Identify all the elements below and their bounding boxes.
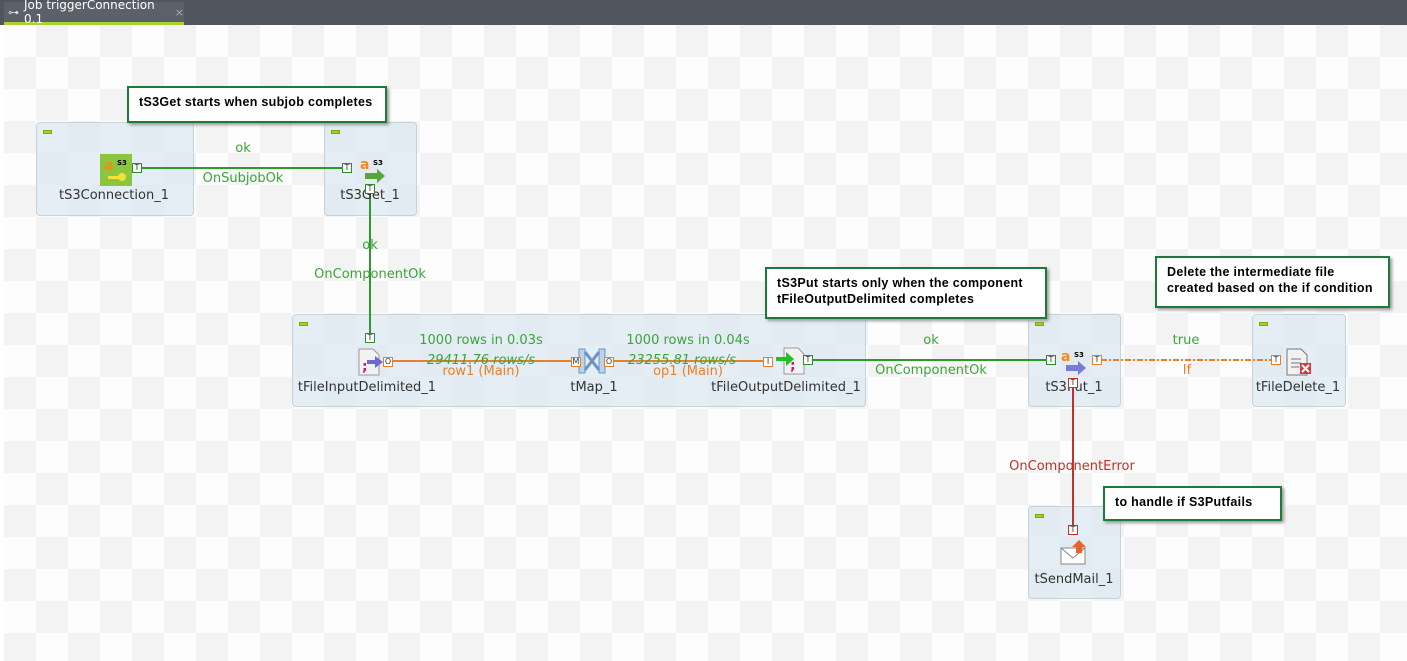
link-label: row1 (Main): [442, 364, 520, 379]
s3-connection-icon: a S3: [100, 154, 132, 186]
link-label: true: [1172, 333, 1200, 348]
svg-text:S3: S3: [117, 159, 127, 167]
trigger-port[interactable]: T: [132, 163, 142, 173]
note-s3put[interactable]: tS3Put starts only when the component tFi…: [765, 267, 1047, 319]
note-text: created based on the if condition: [1167, 281, 1373, 295]
main-input-port[interactable]: M: [571, 357, 581, 367]
output-port[interactable]: O: [383, 357, 393, 367]
file-delete-icon: [1286, 348, 1311, 376]
link-stats: 1000 rows in 0.04s: [626, 333, 750, 348]
trigger-port[interactable]: T: [1068, 378, 1078, 388]
trigger-port[interactable]: T: [1271, 355, 1281, 365]
component-tFileDelete[interactable]: tFileDelete_1: [1256, 380, 1340, 395]
tmap-icon: [578, 348, 606, 374]
link-label: OnComponentOk: [875, 363, 987, 378]
trigger-port[interactable]: T: [1046, 355, 1056, 365]
component-tS3Connection[interactable]: tS3Connection_1: [59, 188, 169, 203]
svg-text:S3: S3: [373, 159, 383, 167]
link-label: OnSubjobOk: [202, 171, 284, 186]
svg-text:a: a: [104, 158, 113, 174]
trigger-port[interactable]: T: [365, 333, 375, 343]
note-filedelete[interactable]: Delete the intermediate file created base…: [1155, 256, 1390, 308]
note-text: tFileOutputDelimited completes: [777, 292, 975, 306]
link-label: OnComponentError: [1009, 459, 1135, 474]
trigger-port[interactable]: T: [1068, 525, 1078, 535]
trigger-port[interactable]: T: [1092, 355, 1102, 365]
link-label: op1 (Main): [653, 364, 723, 379]
note-text: tS3Put starts only when the component: [777, 276, 1023, 290]
link-label: ok: [923, 333, 939, 348]
trigger-port[interactable]: T: [365, 184, 375, 194]
svg-text:;: ;: [362, 359, 368, 375]
component-tFileOutputDelimited[interactable]: tFileOutputDelimited_1: [711, 380, 861, 395]
s3-get-icon: a S3: [360, 157, 385, 183]
file-output-icon: ;: [776, 347, 805, 375]
note-s3get[interactable]: tS3Get starts when subjob completes: [127, 86, 387, 123]
link-label: OnComponentOk: [314, 267, 426, 282]
svg-text:a: a: [360, 157, 369, 173]
s3-put-icon: a S3: [1061, 349, 1086, 375]
component-tSendMail[interactable]: tSendMail_1: [1034, 572, 1113, 587]
link-label: ok: [235, 141, 251, 156]
link-stats: 1000 rows in 0.03s: [419, 333, 543, 348]
send-mail-icon: [1060, 540, 1086, 565]
link-label: If: [1182, 363, 1192, 378]
svg-text:a: a: [1061, 349, 1070, 365]
note-text: tS3Get starts when subjob completes: [139, 95, 373, 109]
svg-text:S3: S3: [1074, 351, 1084, 359]
note-text: Delete the intermediate file: [1167, 265, 1335, 279]
component-tFileInputDelimited[interactable]: tFileInputDelimited_1: [298, 380, 436, 395]
link-label: ok: [362, 238, 378, 253]
input-port[interactable]: I: [763, 357, 773, 367]
file-input-icon: ;: [358, 348, 383, 376]
component-tMap[interactable]: tMap_1: [570, 380, 617, 395]
trigger-port[interactable]: T: [342, 163, 352, 173]
note-text: to handle if S3Putfails: [1115, 495, 1253, 509]
trigger-port[interactable]: T: [803, 355, 813, 365]
note-sendmail[interactable]: to handle if S3Putfails: [1103, 486, 1282, 521]
output-port[interactable]: O: [604, 357, 614, 367]
